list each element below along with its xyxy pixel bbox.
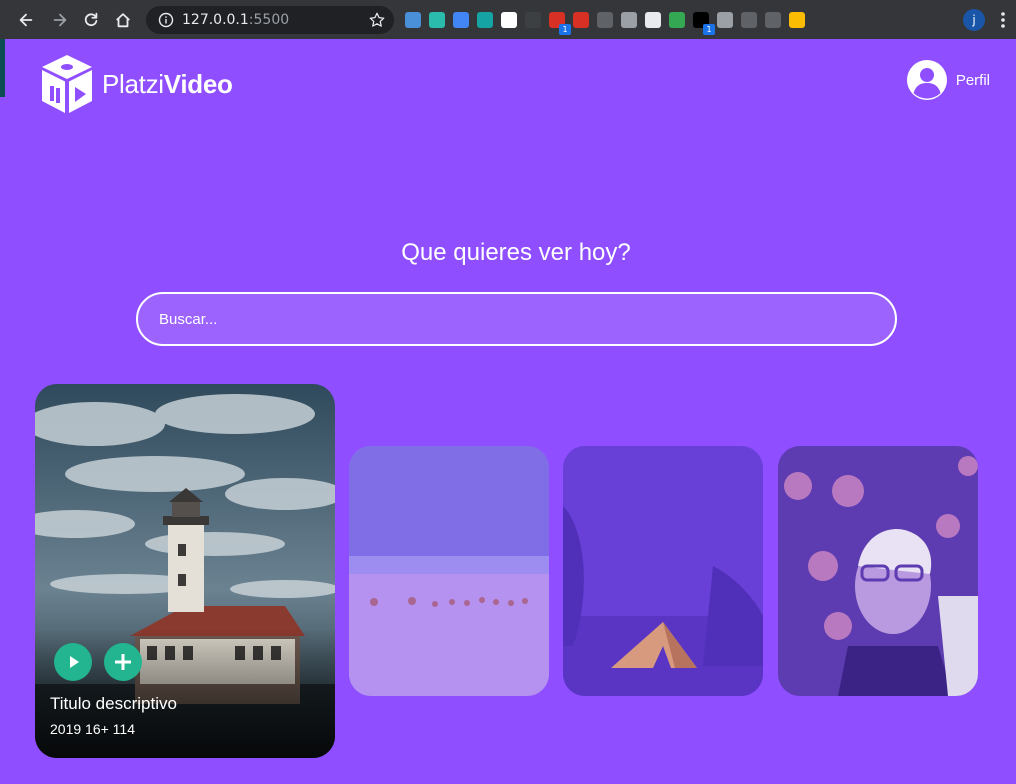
pin-extension-icon[interactable] xyxy=(573,12,589,28)
page: PlatziVideo Perfil Que quieres ver hoy? xyxy=(0,39,1016,784)
calendar-extension-icon[interactable] xyxy=(453,12,469,28)
search-input[interactable] xyxy=(136,292,897,346)
portrait-image xyxy=(778,446,978,696)
cloud-extension-icon[interactable] xyxy=(429,12,445,28)
palette-extension-icon[interactable] xyxy=(789,12,805,28)
note-extension-icon[interactable] xyxy=(501,12,517,28)
carousel-item-beach[interactable] xyxy=(349,446,549,696)
extension-badge: 1 xyxy=(559,24,571,35)
user-avatar-icon xyxy=(906,60,947,100)
camera-extension-icon[interactable]: 1 xyxy=(693,12,715,35)
back-arrow-icon xyxy=(19,13,33,27)
g-extension-icon[interactable] xyxy=(765,12,781,28)
chat2-extension-icon[interactable] xyxy=(597,12,613,28)
address-bar[interactable]: 127.0.0.1:5500 xyxy=(146,6,394,34)
info-icon[interactable] xyxy=(158,12,174,28)
url-port: :5500 xyxy=(248,12,290,28)
add-button[interactable] xyxy=(104,643,142,681)
carousel-item-portrait[interactable] xyxy=(778,446,978,696)
carousel-item-featured[interactable]: Titulo descriptivo 2019 16+ 114 xyxy=(35,384,335,758)
logo-text-bold: Video xyxy=(163,68,233,99)
home-icon xyxy=(116,13,130,28)
mail-check-extension-icon[interactable] xyxy=(669,12,685,28)
carousel-item-camping[interactable] xyxy=(563,446,763,696)
extension-badge: 1 xyxy=(703,24,715,35)
forward-button[interactable] xyxy=(46,6,74,34)
card-title: Titulo descriptivo xyxy=(50,694,177,713)
reload-icon xyxy=(84,12,98,27)
beach-image xyxy=(349,446,549,696)
script-extension-icon[interactable] xyxy=(717,12,733,28)
chat-extension-icon[interactable] xyxy=(477,12,493,28)
card-actions xyxy=(54,643,142,681)
browser-profile-initial: j xyxy=(972,13,976,27)
back-button[interactable] xyxy=(12,6,40,34)
logo[interactable]: PlatziVideo xyxy=(40,53,233,115)
more-extension-icon[interactable] xyxy=(525,12,541,28)
forward-arrow-icon xyxy=(53,13,67,27)
browser-menu-icon[interactable] xyxy=(998,10,1008,30)
cross-extension-icon[interactable]: 1 xyxy=(549,12,571,35)
extensions-bar: 11 xyxy=(405,8,805,35)
profile-label: Perfil xyxy=(955,71,990,89)
pen-extension-icon[interactable] xyxy=(405,12,421,28)
profile-menu[interactable]: Perfil xyxy=(906,59,990,101)
bookmark-star-icon[interactable] xyxy=(368,11,386,29)
platzi-video-logo-icon xyxy=(42,55,92,113)
logo-text: PlatziVideo xyxy=(102,69,233,100)
url-host: 127.0.0.1 xyxy=(182,12,249,28)
hero-headline: Que quieres ver hoy? xyxy=(401,239,631,266)
browser-profile-avatar[interactable]: j xyxy=(963,9,985,31)
tent-image xyxy=(563,446,763,696)
code-extension-icon[interactable] xyxy=(741,12,757,28)
circle-extension-icon[interactable] xyxy=(645,12,661,28)
home-button[interactable] xyxy=(109,6,137,34)
card-meta: 2019 16+ 114 xyxy=(50,721,135,737)
reload-button[interactable] xyxy=(77,6,105,34)
play-button[interactable] xyxy=(54,643,92,681)
logo-text-light: Platzi xyxy=(102,68,164,99)
page-left-edge xyxy=(0,39,5,97)
browser-toolbar: 127.0.0.1:5500 11 j xyxy=(0,0,1016,39)
play-icon xyxy=(70,656,79,668)
vue-extension-icon[interactable] xyxy=(621,12,637,28)
plus-icon xyxy=(115,654,131,670)
